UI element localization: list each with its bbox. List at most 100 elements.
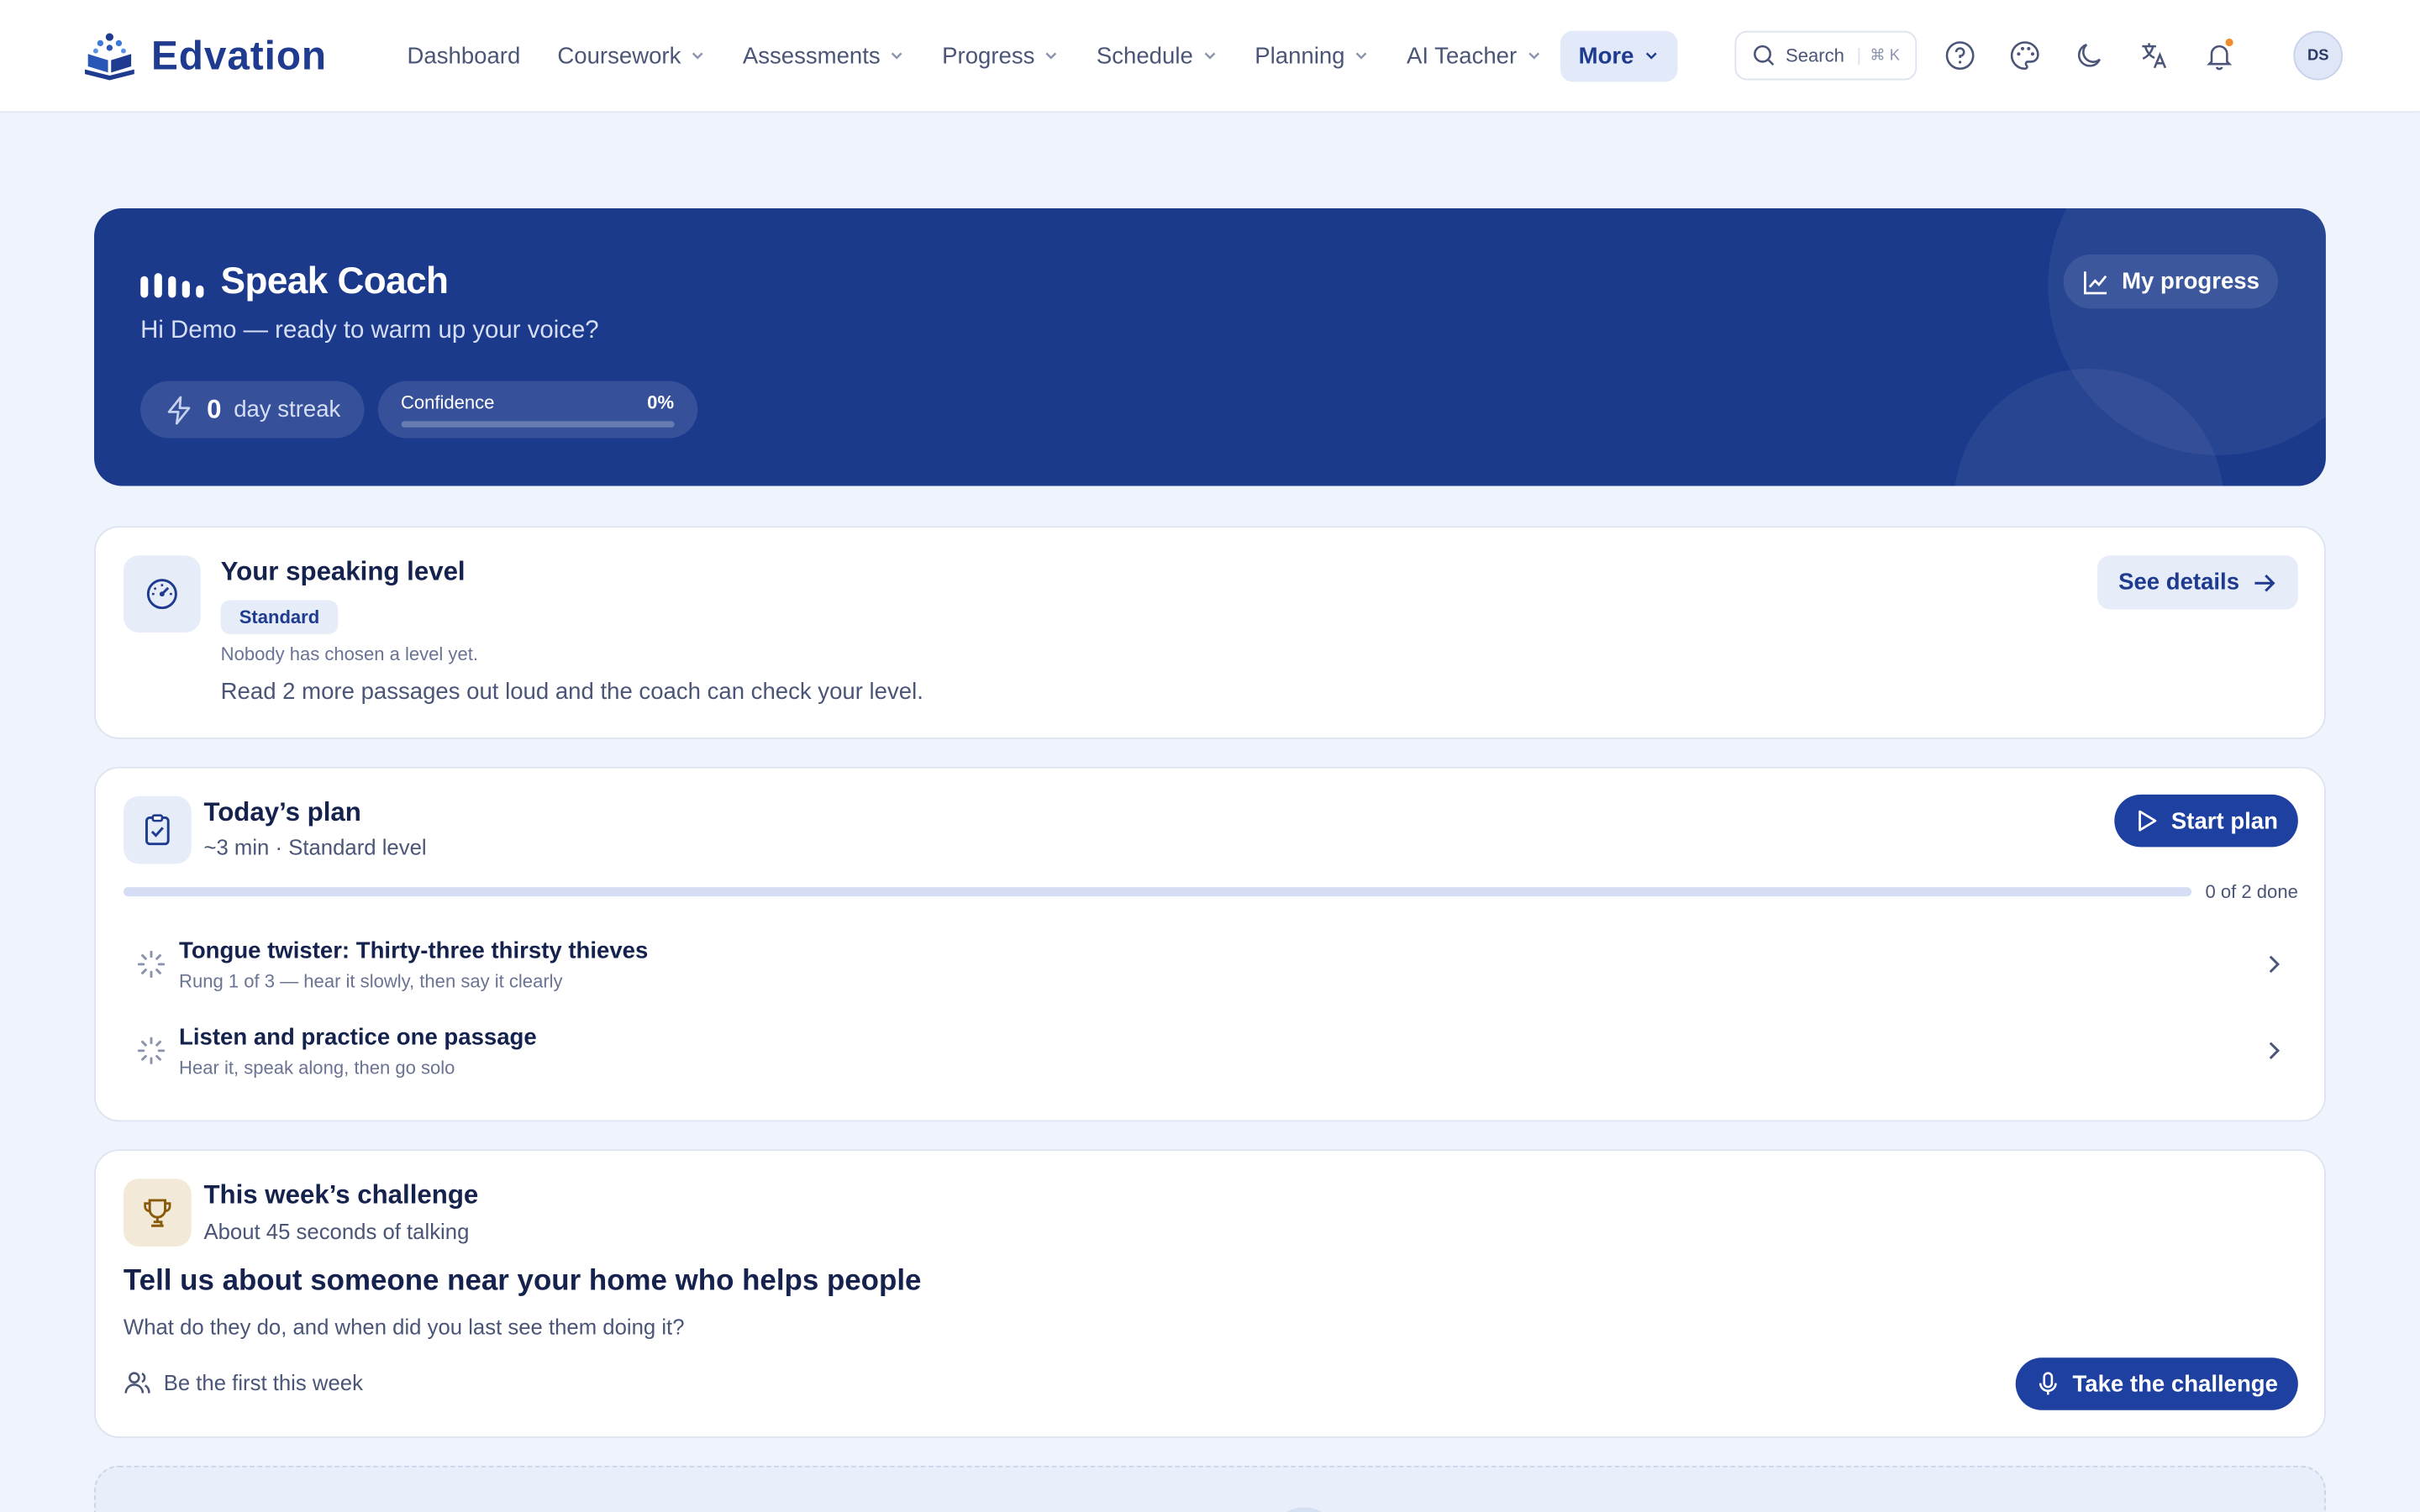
- users-icon: [124, 1372, 150, 1394]
- trophy-icon: [144, 1199, 171, 1227]
- language-button[interactable]: [2133, 34, 2175, 76]
- notifications-button[interactable]: [2197, 34, 2240, 76]
- challenge-hint: What do they do, and when did you last s…: [123, 1314, 685, 1340]
- nav-label: Coursework: [557, 42, 681, 69]
- chevron-down-icon: [1528, 52, 1539, 60]
- palette-icon: [2010, 41, 2039, 71]
- page-title: Speak Coach: [220, 260, 449, 302]
- nav-label: More: [1578, 42, 1634, 69]
- take-challenge-button[interactable]: Take the challenge: [2015, 1357, 2298, 1410]
- take-challenge-label: Take the challenge: [2072, 1370, 2278, 1398]
- nav-more[interactable]: More: [1560, 29, 1677, 81]
- nav-schedule[interactable]: Schedule: [1078, 30, 1236, 81]
- plan-title: Today’s plan: [203, 797, 361, 827]
- top-navigation-bar: Edvation Dashboard Coursework Assessment…: [0, 0, 2420, 113]
- help-icon: [1945, 41, 1975, 71]
- notification-dot: [2225, 38, 2233, 47]
- level-badge: Standard: [220, 600, 339, 634]
- greeting: Hi Demo — ready to warm up your voice?: [140, 318, 599, 344]
- chevron-right-icon: [2269, 955, 2281, 974]
- streak-pill: 0 day streak: [140, 381, 364, 438]
- chevron-down-icon: [692, 52, 703, 60]
- theme-palette-button[interactable]: [2003, 34, 2046, 76]
- search-shortcut: ⌘ K: [1857, 47, 1900, 65]
- confidence-label: Confidence: [400, 391, 495, 414]
- challenge-title: This week’s challenge: [203, 1180, 479, 1210]
- header-tools: Search ⌘ K DS: [1734, 30, 2344, 81]
- confidence-progress-bar: [400, 421, 675, 428]
- weekly-challenge-card: This week’s challenge About 45 seconds o…: [94, 1149, 2326, 1438]
- chevron-down-icon: [1204, 52, 1216, 60]
- nav-progress[interactable]: Progress: [923, 30, 1078, 81]
- nav-ai-teacher[interactable]: AI Teacher: [1388, 30, 1560, 81]
- play-icon: [2138, 810, 2156, 832]
- chevron-down-icon: [1046, 52, 1057, 60]
- plan-progress-bar: [123, 887, 2192, 897]
- start-plan-button[interactable]: Start plan: [2113, 794, 2298, 848]
- plan-subtitle: ~3 min · Standard level: [203, 834, 427, 860]
- moon-icon: [2077, 44, 2102, 67]
- gauge-icon: [146, 579, 177, 610]
- challenge-first-label: Be the first this week: [163, 1369, 363, 1395]
- challenge-icon-box: [123, 1179, 192, 1247]
- nav-label: Schedule: [1096, 42, 1193, 69]
- nav-label: Dashboard: [407, 42, 521, 69]
- translate-icon: [2142, 43, 2167, 69]
- dark-mode-button[interactable]: [2068, 34, 2111, 76]
- see-details-label: See details: [2118, 569, 2240, 596]
- microphone-icon: [2039, 1372, 2057, 1395]
- banner-title: Speak Coach: [140, 260, 449, 303]
- plan-count: 0 of 2 done: [2205, 880, 2298, 903]
- hero-stats: 0 day streak Confidence 0%: [140, 381, 697, 438]
- help-button[interactable]: [1939, 34, 1981, 76]
- chevron-down-icon: [1645, 52, 1657, 60]
- clipboard-check-icon: [145, 814, 170, 846]
- plan-task-item[interactable]: Listen and practice one passage Hear it,…: [124, 1012, 2296, 1089]
- nav-assessments[interactable]: Assessments: [724, 30, 923, 81]
- task-description: Rung 1 of 3 — hear it slowly, then say i…: [179, 969, 563, 992]
- challenge-question: Tell us about someone near your home who…: [123, 1265, 922, 1298]
- chevron-right-icon: [2269, 1042, 2281, 1060]
- placeholder-circle: [1268, 1507, 1340, 1512]
- plan-task-item[interactable]: Tongue twister: Thirty-three thirsty thi…: [124, 926, 2296, 1003]
- speak-coach-banner: Speak Coach Hi Demo — ready to warm up y…: [94, 207, 2326, 486]
- loading-spinner-icon: [137, 950, 166, 979]
- user-avatar[interactable]: DS: [2293, 30, 2344, 81]
- nav-coursework[interactable]: Coursework: [539, 30, 723, 81]
- streak-count: 0: [207, 394, 222, 424]
- level-title: Your speaking level: [220, 557, 466, 586]
- search-placeholder: Search: [1786, 45, 1844, 66]
- nav-label: Assessments: [742, 42, 881, 69]
- logo-icon: [85, 33, 134, 81]
- arrow-right-icon: [2254, 574, 2275, 591]
- level-note: Nobody has chosen a level yet.: [220, 643, 478, 665]
- challenge-participants: Be the first this week: [124, 1368, 363, 1396]
- todays-plan-card: Today’s plan ~3 min · Standard level Sta…: [94, 766, 2326, 1122]
- start-plan-label: Start plan: [2170, 807, 2278, 834]
- nav-dashboard[interactable]: Dashboard: [388, 30, 539, 81]
- placeholder-card: [94, 1465, 2326, 1512]
- speaking-level-card: Your speaking level Standard Nobody has …: [94, 526, 2326, 739]
- my-progress-button[interactable]: My progress: [2063, 255, 2278, 309]
- sound-wave-icon: [140, 273, 204, 298]
- app-name: Edvation: [150, 31, 328, 78]
- chevron-down-icon: [892, 52, 903, 60]
- confidence-pill: Confidence 0%: [377, 381, 697, 438]
- confidence-value: 0%: [647, 391, 675, 414]
- my-progress-label: My progress: [2122, 268, 2260, 295]
- nav-label: Progress: [942, 42, 1035, 69]
- chevron-down-icon: [1356, 52, 1368, 60]
- nav-label: AI Teacher: [1406, 42, 1518, 69]
- challenge-subtitle: About 45 seconds of talking: [203, 1218, 470, 1244]
- plan-icon-box: [123, 795, 192, 864]
- level-icon-box: [123, 555, 201, 633]
- search-input[interactable]: Search ⌘ K: [1734, 30, 1918, 81]
- see-details-button[interactable]: See details: [2096, 555, 2298, 610]
- level-description: Read 2 more passages out loud and the co…: [220, 679, 923, 706]
- streak-label: day streak: [234, 396, 341, 423]
- task-title: Tongue twister: Thirty-three thirsty thi…: [179, 937, 649, 964]
- search-icon: [1754, 45, 1775, 66]
- nav-label: Planning: [1255, 42, 1345, 69]
- app-logo[interactable]: Edvation: [81, 29, 327, 81]
- nav-planning[interactable]: Planning: [1236, 30, 1388, 81]
